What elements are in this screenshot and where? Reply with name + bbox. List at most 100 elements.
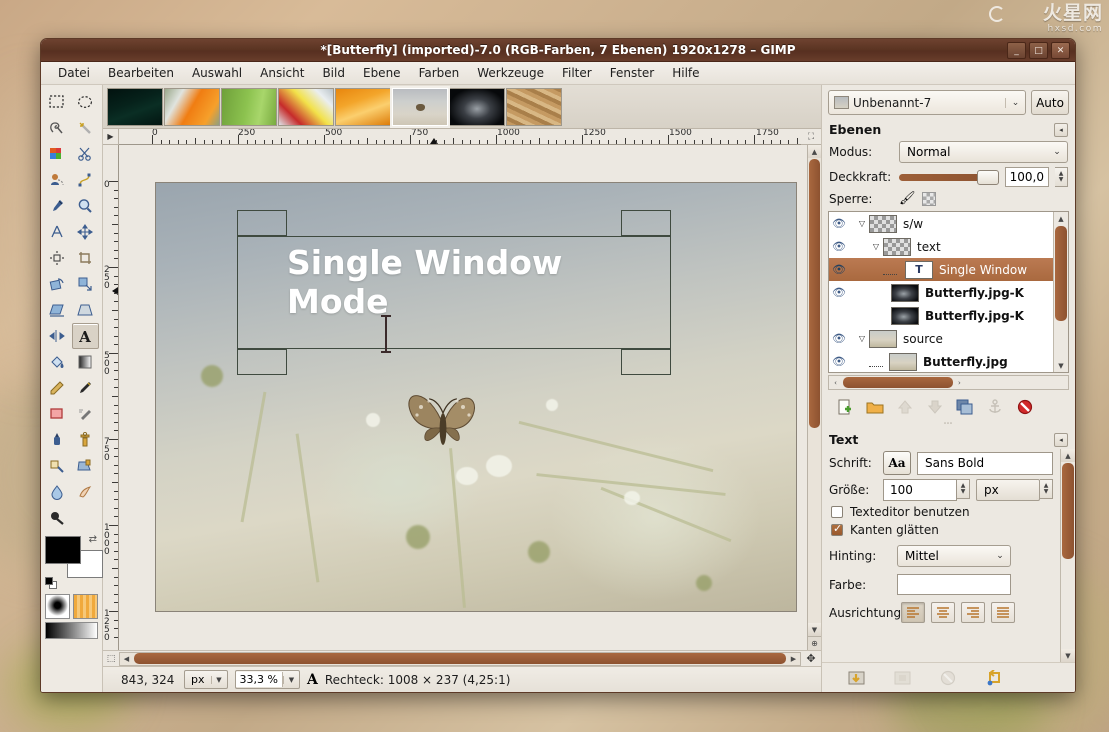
new-layer-group-button[interactable] [864, 397, 886, 417]
pencil-tool[interactable] [43, 375, 70, 401]
scroll-up-arrow-icon[interactable]: ▲ [1061, 449, 1075, 462]
opacity-spinner[interactable]: ▲ ▼ [1055, 167, 1068, 187]
pattern-indicator[interactable] [73, 594, 98, 619]
layer-row[interactable]: 👁 ▽ source [829, 327, 1053, 350]
layer-visibility-icon[interactable]: 👁 [829, 263, 849, 276]
chevron-down-icon[interactable]: ⌄ [1047, 147, 1067, 157]
antialias-checkbox[interactable] [831, 522, 843, 536]
use-editor-checkbox[interactable] [831, 506, 843, 518]
menu-bild[interactable]: Bild [313, 63, 354, 83]
restore-tool-options-button[interactable] [892, 668, 912, 688]
scroll-up-arrow-icon[interactable]: ▲ [1054, 212, 1068, 225]
canvas-vertical-scrollbar[interactable]: ▲ ▼ ⊕ [807, 145, 822, 650]
menu-ansicht[interactable]: Ansicht [251, 63, 313, 83]
layer-row[interactable]: 👁 Butterfly.jpg-K [829, 281, 1053, 304]
heal-tool[interactable] [43, 453, 70, 479]
image-canvas[interactable]: Single Window Mode [156, 183, 796, 611]
scale-tool[interactable] [72, 271, 99, 297]
image-selector[interactable]: Unbenannt-7 ⌄ [828, 90, 1026, 115]
vscroll-thumb[interactable] [809, 159, 820, 428]
menu-datei[interactable]: Datei [49, 63, 99, 83]
bucket-fill-tool[interactable] [43, 349, 70, 375]
image-thumb-1[interactable] [107, 87, 163, 126]
layers-vscroll-track[interactable] [1054, 225, 1068, 359]
tool-options-scrollbar[interactable]: ▲ ▼ [1060, 449, 1075, 662]
tool-options-scroll-track[interactable] [1061, 462, 1075, 649]
ellipse-select-tool[interactable] [72, 89, 99, 115]
foreground-color-swatch[interactable] [45, 536, 81, 564]
layers-horizontal-scrollbar[interactable]: ‹ › [828, 375, 1069, 390]
menu-filter[interactable]: Filter [553, 63, 601, 83]
scroll-left-arrow-icon[interactable]: ‹ [829, 379, 842, 387]
layer-mode-select[interactable]: Normal ⌄ [899, 141, 1068, 163]
font-size-spinner[interactable]: ▲ ▼ [957, 479, 970, 499]
select-by-color-tool[interactable] [43, 141, 70, 167]
tool-options-scroll-thumb[interactable] [1062, 463, 1074, 560]
image-thumb-2[interactable] [164, 87, 220, 126]
gradient-indicator[interactable] [45, 622, 98, 639]
reset-colors-icon[interactable] [45, 577, 58, 590]
menu-bearbeiten[interactable]: Bearbeiten [99, 63, 183, 83]
hinting-select[interactable]: Mittel ⌄ [897, 545, 1011, 567]
clone-tool[interactable] [72, 427, 99, 453]
blur-sharpen-tool[interactable] [43, 479, 70, 505]
chevron-down-icon[interactable]: ▼ [1044, 489, 1049, 495]
layer-row[interactable]: 👁 ▽ s/w [829, 212, 1053, 235]
zoom-follow-window-button[interactable]: ⛶ [801, 129, 821, 145]
chevron-down-icon[interactable]: ⌄ [1005, 97, 1025, 108]
horizontal-ruler[interactable]: 0 250 500 750 1000 1250 1500 1750 [119, 129, 801, 145]
layer-visibility-icon[interactable]: 👁 [829, 332, 849, 345]
layers-scroll-area[interactable]: 👁 ▽ s/w 👁 ▽ text 👁 T Single Window 👁 But… [829, 212, 1053, 372]
layer-expander-icon[interactable]: ▽ [869, 242, 883, 251]
free-select-tool[interactable] [43, 115, 70, 141]
scroll-down-arrow-icon[interactable]: ▼ [808, 623, 821, 636]
image-thumb-4[interactable] [278, 87, 334, 126]
flip-tool[interactable] [43, 323, 70, 349]
lock-pixels-icon[interactable]: 🖌 [899, 191, 916, 206]
perspective-clone-tool[interactable] [72, 453, 99, 479]
shear-tool[interactable] [43, 297, 70, 323]
eraser-tool[interactable] [43, 401, 70, 427]
scroll-right-arrow-icon[interactable]: ▶ [787, 655, 800, 663]
rect-select-tool[interactable] [43, 89, 70, 115]
layers-vertical-scrollbar[interactable]: ▲ ▼ [1053, 212, 1068, 372]
auto-button[interactable]: Auto [1031, 90, 1069, 115]
layer-opacity-slider[interactable] [899, 169, 999, 185]
use-editor-row[interactable]: Texteditor benutzen [822, 503, 1060, 521]
crop-tool[interactable] [72, 245, 99, 271]
menu-auswahl[interactable]: Auswahl [183, 63, 251, 83]
layer-visibility-icon[interactable]: 👁 [829, 286, 849, 299]
vscroll-track[interactable] [808, 158, 821, 623]
airbrush-tool[interactable] [72, 401, 99, 427]
paintbrush-tool[interactable] [72, 375, 99, 401]
menu-fenster[interactable]: Fenster [601, 63, 664, 83]
image-thumb-3[interactable] [221, 87, 277, 126]
layer-row[interactable]: 👁 Butterfly.jpg [829, 350, 1053, 372]
zoom-image-button[interactable]: ⊕ [807, 636, 822, 650]
tool-options-menu-button[interactable]: ◂ [1054, 432, 1068, 447]
fuzzy-select-tool[interactable] [72, 115, 99, 141]
layers-list[interactable]: 👁 ▽ s/w 👁 ▽ text 👁 T Single Window 👁 But… [828, 211, 1069, 373]
antialias-row[interactable]: Kanten glätten [822, 521, 1060, 539]
anchor-layer-button[interactable] [984, 397, 1006, 417]
layer-visibility-icon[interactable]: 👁 [829, 240, 849, 253]
dock-resize-grip[interactable]: ⋯ [822, 419, 1075, 429]
opacity-knob[interactable] [977, 170, 999, 185]
layer-visibility-icon[interactable]: 👁 [829, 217, 849, 230]
raise-layer-button[interactable] [894, 397, 916, 417]
image-thumb-6[interactable] [390, 85, 450, 128]
blend-gradient-tool[interactable] [72, 349, 99, 375]
canvas-text-content[interactable]: Single Window Mode [287, 243, 562, 321]
layer-opacity-value[interactable]: 100,0 [1005, 167, 1049, 187]
layer-visibility-icon[interactable]: 👁 [829, 355, 849, 368]
maximize-button[interactable]: □ [1029, 42, 1048, 59]
align-tool[interactable] [43, 245, 70, 271]
scroll-down-arrow-icon[interactable]: ▼ [1061, 649, 1075, 662]
unit-spinner[interactable]: ▲ ▼ [1040, 479, 1053, 499]
move-tool[interactable] [72, 219, 99, 245]
align-center-button[interactable] [931, 602, 955, 623]
layer-expander-icon[interactable]: ▽ [855, 334, 869, 343]
new-layer-button[interactable] [834, 397, 856, 417]
menu-hilfe[interactable]: Hilfe [663, 63, 708, 83]
swap-colors-icon[interactable]: ⇄ [89, 534, 97, 545]
